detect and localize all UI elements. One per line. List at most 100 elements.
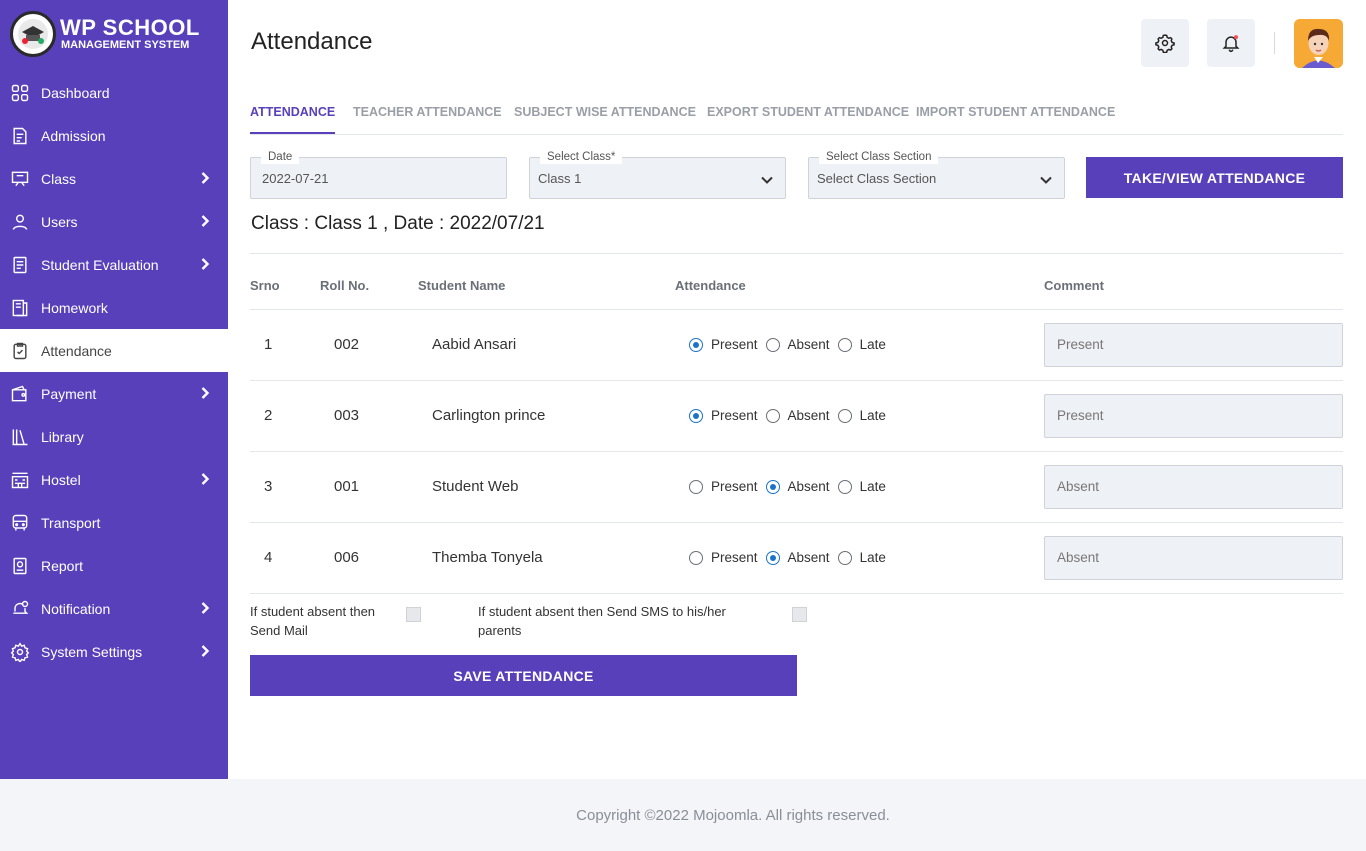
sidebar-item-label: Users: [41, 213, 78, 230]
radio-late[interactable]: [837, 408, 852, 423]
hostel-icon: [10, 470, 30, 490]
srno-cell: 3: [264, 478, 273, 495]
srno-cell: 1: [264, 336, 273, 353]
sidebar-item-notification[interactable]: Notification: [0, 587, 228, 630]
settings-icon: [10, 641, 30, 662]
srno-cell: 2: [264, 407, 273, 424]
logo-icon: [10, 11, 56, 57]
sidebar-item-transport[interactable]: Transport: [0, 501, 228, 544]
radio-label-absent: Absent: [787, 337, 830, 352]
page-title: Attendance: [251, 28, 373, 55]
header-attendance: Attendance: [675, 278, 746, 293]
gear-icon: [1155, 34, 1175, 53]
radio-late[interactable]: [837, 550, 852, 565]
sidebar-item-dashboard[interactable]: Dashboard: [0, 71, 228, 114]
tab-attendance[interactable]: ATTENDANCE: [250, 105, 336, 134]
radio-label-late: Late: [859, 337, 886, 352]
radio-present[interactable]: [689, 479, 703, 494]
user-avatar-icon: [1294, 19, 1343, 68]
comment-input[interactable]: Present: [1044, 323, 1343, 367]
radio-present[interactable]: [689, 408, 703, 423]
sidebar-item-label: Homework: [41, 299, 108, 316]
copyright-text: Copyright ©2022 Mojoomla. All rights res…: [576, 806, 890, 824]
sidebar-item-label: Library: [41, 428, 84, 445]
radio-late[interactable]: [837, 479, 852, 494]
sidebar-item-admission[interactable]: Admission: [0, 114, 228, 157]
header-srno: Srno: [250, 278, 280, 293]
sidebar-item-class[interactable]: Class: [0, 157, 228, 200]
radio-label-present: Present: [711, 337, 758, 352]
radio-present[interactable]: [689, 550, 703, 565]
radio-label-late: Late: [859, 479, 886, 494]
srno-cell: 4: [264, 549, 273, 566]
dashboard-icon: [10, 83, 30, 103]
save-attendance-button[interactable]: SAVE ATTENDANCE: [250, 655, 797, 696]
sidebar-item-system-settings[interactable]: System Settings: [0, 630, 228, 673]
settings-button[interactable]: [1141, 19, 1189, 67]
radio-absent[interactable]: [765, 479, 780, 494]
take-view-attendance-button[interactable]: TAKE/VIEW ATTENDANCE: [1086, 157, 1343, 198]
admission-icon: [10, 126, 30, 146]
comment-input[interactable]: Absent: [1044, 536, 1343, 580]
homework-icon: [10, 298, 30, 318]
sidebar-item-label: Class: [41, 170, 77, 187]
bus-icon: [10, 513, 30, 533]
attendance-radio-group: Present Absent Late: [689, 479, 894, 494]
class-label: Select Class*: [540, 150, 623, 164]
chevron-right-icon: [201, 602, 210, 614]
tab-import-student-attendance[interactable]: IMPORT STUDENT ATTENDANCE: [916, 105, 1115, 134]
sidebar-item-library[interactable]: Library: [0, 415, 228, 458]
chevron-right-icon: [201, 473, 210, 485]
footer: Copyright ©2022 Mojoomla. All rights res…: [0, 779, 1366, 851]
sidebar-item-payment[interactable]: Payment: [0, 372, 228, 415]
sidebar-item-homework[interactable]: Homework: [0, 286, 228, 329]
header-roll: Roll No.: [320, 278, 370, 293]
evaluation-icon: [10, 255, 30, 275]
date-field[interactable]: Date 2022-07-21: [250, 150, 507, 199]
comment-input[interactable]: Present: [1044, 394, 1343, 438]
sidebar-item-report[interactable]: Report: [0, 544, 228, 587]
comment-input[interactable]: Absent: [1044, 465, 1343, 509]
app-logo[interactable]: WP SCHOOL MANAGEMENT SYSTEM: [10, 11, 200, 57]
class-value: Class 1: [538, 171, 582, 186]
date-value: 2022-07-21: [262, 171, 329, 186]
sidebar-item-users[interactable]: Users: [0, 200, 228, 243]
avatar[interactable]: [1294, 19, 1343, 68]
sidebar-item-label: Dashboard: [41, 84, 110, 101]
radio-label-absent: Absent: [787, 479, 830, 494]
sidebar-item-label: Attendance: [41, 342, 112, 359]
chevron-right-icon: [201, 172, 210, 184]
class-select[interactable]: Select Class* Class 1: [529, 150, 786, 199]
radio-label-present: Present: [711, 408, 758, 423]
tab-teacher-attendance[interactable]: TEACHER ATTENDANCE: [353, 105, 502, 134]
sidebar-item-hostel[interactable]: Hostel: [0, 458, 228, 501]
send-sms-checkbox[interactable]: [792, 607, 807, 622]
attendance-radio-group: Present Absent Late: [689, 408, 894, 423]
tab-subject-wise-attendance[interactable]: SUBJECT WISE ATTENDANCE: [514, 105, 696, 134]
student-name-cell: Student Web: [432, 478, 519, 495]
send-sms-label: If student absent then Send SMS to his/h…: [478, 604, 726, 638]
chevron-right-icon: [201, 645, 210, 657]
chevron-right-icon: [201, 258, 210, 270]
radio-label-present: Present: [711, 550, 758, 565]
table-row: 1 002 Aabid Ansari Present Absent Late Present: [250, 310, 1343, 381]
chevron-right-icon: [201, 215, 210, 227]
tab-export-student-attendance[interactable]: EXPORT STUDENT ATTENDANCE: [707, 105, 909, 134]
radio-present[interactable]: [689, 337, 703, 352]
section-select[interactable]: Select Class Section Select Class Sectio…: [808, 150, 1065, 199]
radio-absent[interactable]: [765, 337, 780, 352]
report-icon: [10, 556, 30, 576]
radio-absent[interactable]: [765, 550, 780, 565]
send-mail-checkbox[interactable]: [406, 607, 421, 622]
notification-button[interactable]: [1207, 19, 1255, 67]
attendance-radio-group: Present Absent Late: [689, 550, 894, 565]
user-icon: [10, 212, 30, 232]
radio-late[interactable]: [837, 337, 852, 352]
student-name-cell: Aabid Ansari: [432, 336, 517, 353]
radio-label-late: Late: [859, 550, 886, 565]
attendance-radio-group: Present Absent Late: [689, 337, 894, 352]
sidebar-item-student-evaluation[interactable]: Student Evaluation: [0, 243, 228, 286]
radio-absent[interactable]: [765, 408, 780, 423]
sidebar-item-attendance[interactable]: Attendance: [0, 329, 228, 372]
chevron-right-icon: [201, 387, 210, 399]
